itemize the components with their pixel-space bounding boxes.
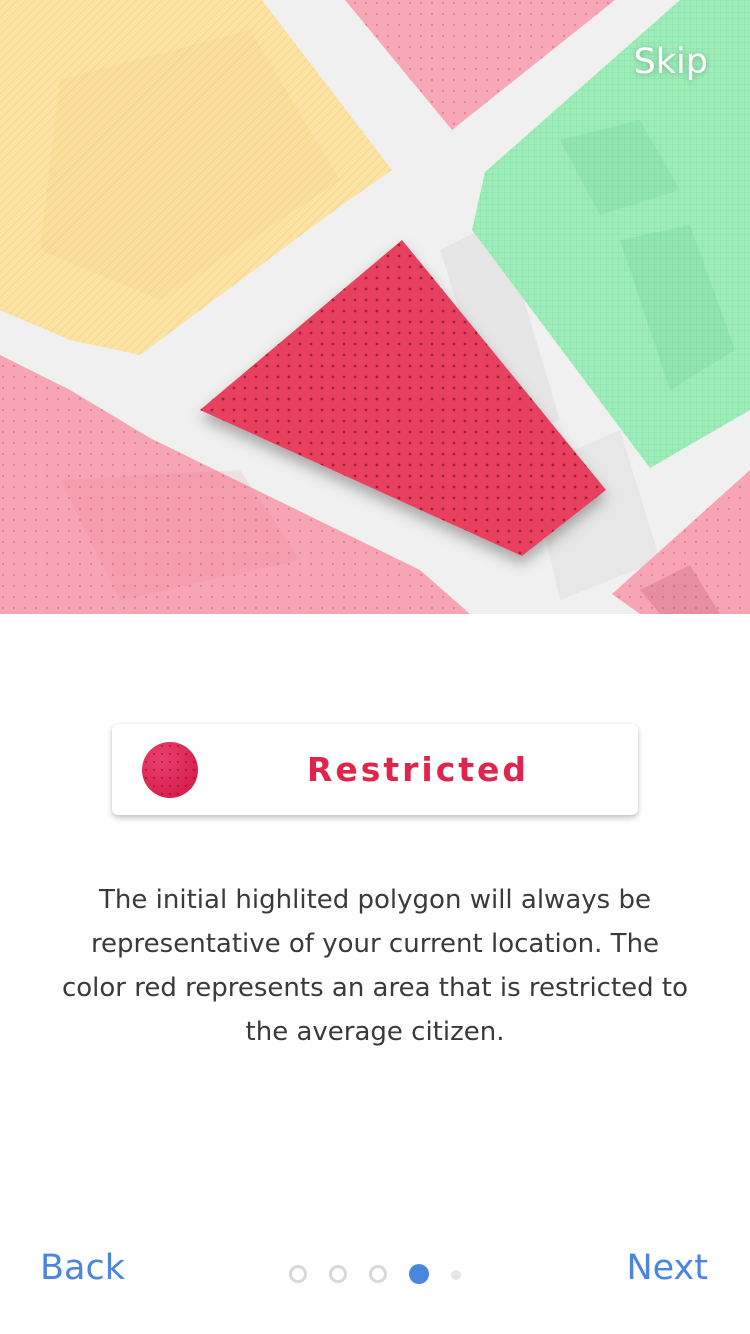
- page-indicator: [287, 1264, 467, 1288]
- page-dot-4-active[interactable]: [409, 1264, 429, 1284]
- page-dot-1[interactable]: [289, 1265, 307, 1283]
- next-button[interactable]: Next: [626, 1248, 708, 1288]
- page-dot-3[interactable]: [369, 1265, 387, 1283]
- map-illustration: Skip: [0, 0, 750, 614]
- map-svg: [0, 0, 750, 614]
- description-text: The initial highlited polygon will alway…: [61, 885, 689, 1047]
- legend-label: Restricted: [306, 750, 530, 789]
- restricted-color-swatch: [142, 742, 198, 798]
- legend-card: Restricted: [112, 724, 638, 815]
- page-dot-2[interactable]: [329, 1265, 347, 1283]
- page-dot-5[interactable]: [451, 1270, 461, 1280]
- skip-button[interactable]: Skip: [634, 42, 708, 82]
- onboarding-screen: Skip Restricted The initial highlited po…: [0, 0, 750, 1334]
- back-button[interactable]: Back: [40, 1248, 125, 1288]
